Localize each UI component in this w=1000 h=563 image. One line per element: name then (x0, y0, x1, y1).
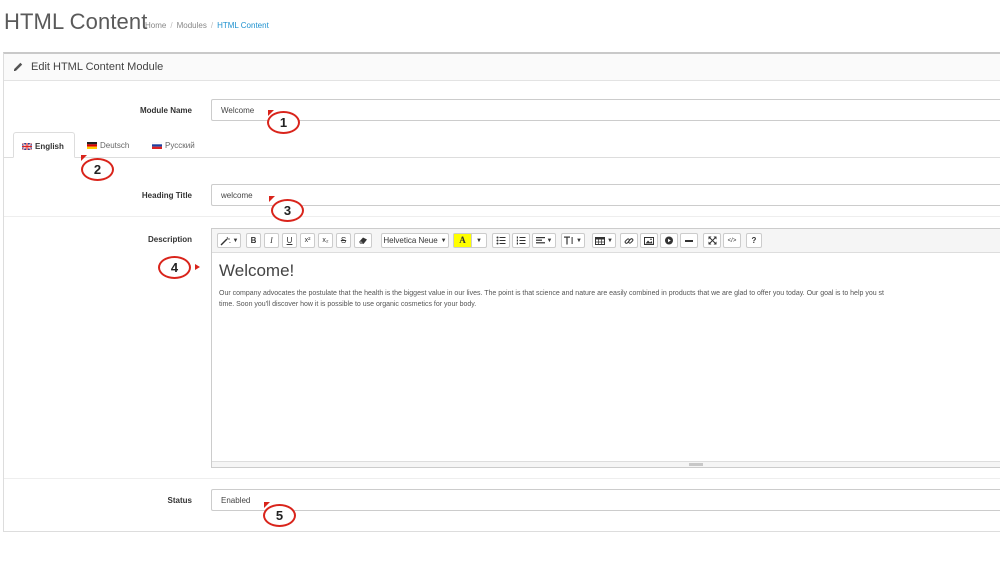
video-icon (665, 236, 673, 245)
table-icon (595, 236, 606, 245)
codeview-button[interactable]: </> (723, 233, 741, 248)
clear-format-button[interactable] (354, 233, 372, 248)
editor-resize-bar[interactable] (212, 461, 1000, 467)
subscript-button[interactable]: x₂ (318, 233, 333, 248)
tab-deutsch[interactable]: Deutsch (79, 132, 137, 158)
annotation-marker (269, 196, 275, 202)
page-title: HTML Content (4, 9, 148, 34)
strikethrough-icon: S (340, 235, 347, 245)
status-label: Status (167, 496, 192, 505)
uk-flag-icon (22, 143, 32, 150)
callout-1: 1 (267, 111, 300, 134)
form-divider (4, 216, 1000, 217)
italic-button[interactable]: I (264, 233, 279, 248)
split-divider (471, 234, 472, 247)
text-color-icon: A (454, 234, 471, 247)
list-ul-icon (496, 236, 506, 245)
style-button[interactable]: ▼ (217, 233, 241, 248)
chevron-down-icon: ▼ (546, 237, 553, 244)
form-divider (4, 478, 1000, 479)
chevron-down-icon: ▼ (232, 237, 239, 244)
chevron-down-icon: ▼ (607, 237, 613, 244)
breadcrumb-html-content[interactable]: HTML Content (217, 21, 269, 30)
editor-heading: Welcome! (219, 261, 295, 280)
chevron-down-icon: ▼ (440, 237, 447, 244)
tab-russian-label: Русский (165, 141, 195, 150)
editor-paragraph-line: time. Soon you'll discover how it is pos… (219, 301, 477, 308)
status-select[interactable]: Enabled (211, 489, 1000, 511)
table-button[interactable]: ▼ (592, 233, 616, 248)
tab-russian[interactable]: Русский (144, 132, 203, 158)
bold-button[interactable]: B (246, 233, 261, 248)
annotation-marker (195, 264, 200, 270)
font-name-dropdown[interactable]: Helvetica Neue ▼ (381, 233, 449, 248)
picture-icon (644, 236, 654, 245)
strikethrough-button[interactable]: S (336, 233, 351, 248)
color-button[interactable]: A ▼ (453, 233, 487, 248)
callout-2: 2 (81, 158, 114, 181)
fullscreen-button[interactable] (703, 233, 721, 248)
callout-3: 3 (271, 199, 304, 222)
unordered-list-button[interactable] (492, 233, 510, 248)
ordered-list-button[interactable] (512, 233, 530, 248)
paragraph-button[interactable]: ▼ (532, 233, 556, 248)
callout-5: 5 (263, 504, 296, 527)
magic-icon (220, 236, 231, 245)
eraser-icon (359, 237, 367, 244)
panel-heading: Edit HTML Content Module (4, 54, 1000, 81)
hr-button[interactable] (680, 233, 698, 248)
description-editor: ▼ B I U x² x₂ S Helvetica Neue ▼ A ▼ ▼ ▼… (211, 228, 1000, 468)
de-flag-icon (87, 142, 97, 149)
superscript-icon: x² (304, 237, 311, 244)
question-icon: ? (751, 235, 757, 245)
subscript-icon: x₂ (322, 237, 329, 244)
link-button[interactable] (620, 233, 638, 248)
font-name-label: Helvetica Neue (383, 235, 438, 245)
align-left-icon (535, 237, 545, 244)
chevron-down-icon: ▼ (476, 237, 482, 244)
panel-heading-title: Edit HTML Content Module (31, 61, 164, 73)
callout-4: 4 (158, 256, 191, 279)
tab-english[interactable]: English (13, 132, 75, 158)
tab-deutsch-label: Deutsch (100, 141, 130, 150)
underline-button[interactable]: U (282, 233, 297, 248)
breadcrumb-separator: / (170, 21, 173, 30)
line-height-button[interactable]: ▼ (561, 233, 585, 248)
underline-icon: U (286, 235, 293, 245)
list-ol-icon (516, 236, 526, 245)
module-name-label: Module Name (139, 106, 192, 115)
minus-icon (685, 239, 693, 242)
heading-title-label: Heading Title (141, 191, 192, 200)
editor-paragraph-line: Our company advocates the postulate that… (219, 290, 885, 297)
link-icon (624, 237, 634, 244)
breadcrumb-modules[interactable]: Modules (177, 21, 207, 30)
module-name-input[interactable]: Welcome (211, 99, 1000, 121)
superscript-button[interactable]: x² (300, 233, 315, 248)
heading-title-input[interactable]: welcome (211, 184, 1000, 206)
editor-content-area[interactable]: Welcome! Our company advocates the postu… (219, 261, 1000, 310)
italic-icon: I (270, 235, 273, 245)
video-button[interactable] (660, 233, 678, 248)
resize-grip-icon (689, 463, 703, 466)
image-button[interactable] (640, 233, 658, 248)
help-button[interactable]: ? (746, 233, 762, 248)
chevron-down-icon: ▼ (576, 237, 582, 244)
editor-toolbar: ▼ B I U x² x₂ S Helvetica Neue ▼ A ▼ ▼ ▼… (212, 229, 1000, 253)
text-height-icon (564, 236, 573, 245)
bold-icon: B (250, 235, 257, 245)
tab-english-label: English (35, 142, 64, 151)
breadcrumb: Home / Modules / HTML Content (145, 21, 269, 30)
expand-icon (708, 236, 716, 245)
editor-paragraph: Our company advocates the postulate that… (219, 288, 1000, 310)
ru-flag-icon (152, 142, 162, 149)
breadcrumb-separator: / (210, 21, 214, 30)
breadcrumb-home[interactable]: Home (145, 21, 166, 30)
pencil-icon (14, 62, 23, 71)
description-label: Description (147, 235, 192, 244)
code-icon: </> (727, 237, 737, 244)
